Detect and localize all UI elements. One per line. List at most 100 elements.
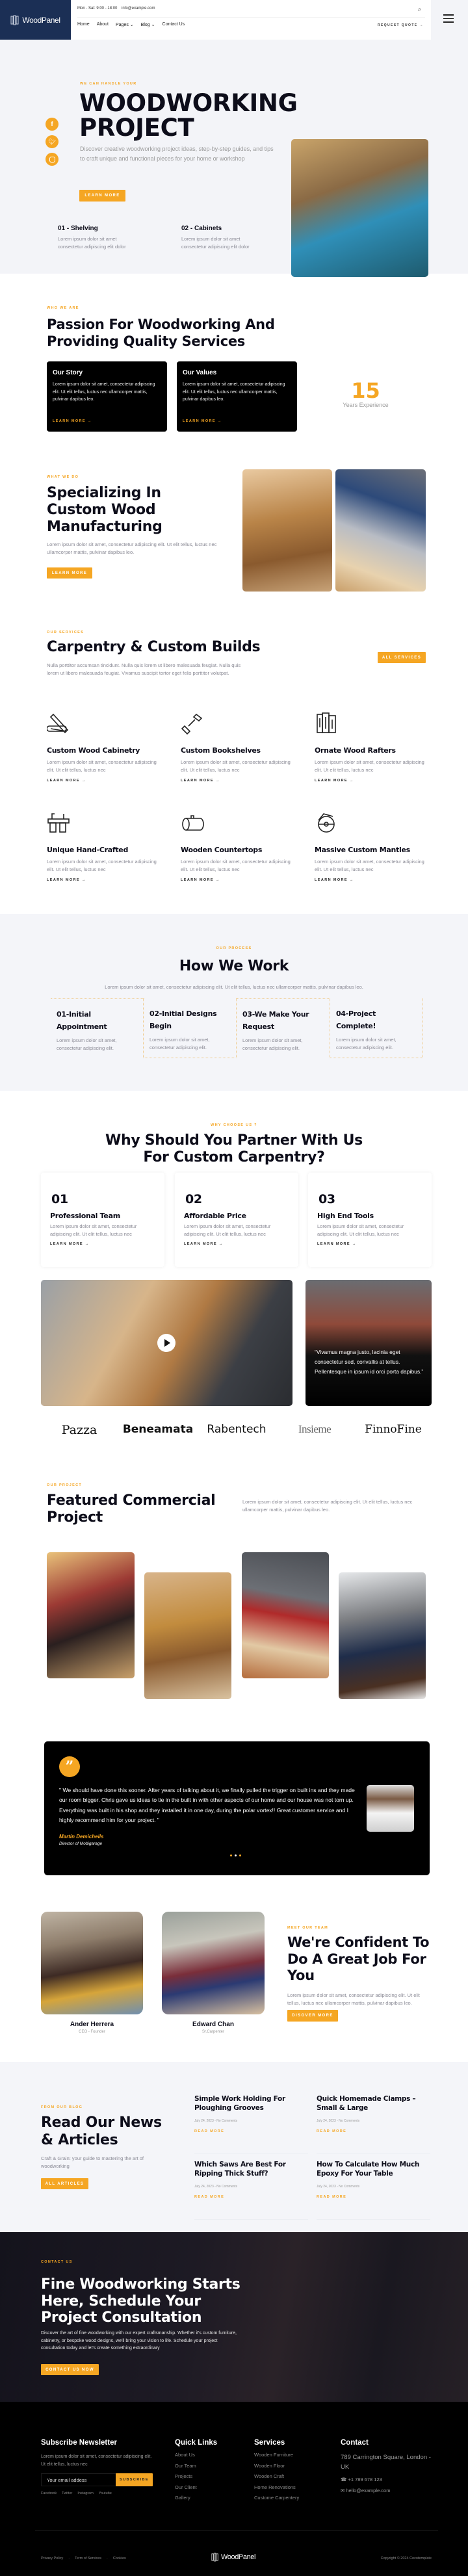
project-photo[interactable]: [339, 1572, 426, 1699]
footer-service-link[interactable]: Wooden Furniture: [254, 2452, 299, 2463]
quick-link[interactable]: About Us: [175, 2452, 197, 2463]
instagram-icon[interactable]: [46, 153, 58, 166]
terms-link[interactable]: Term of Services: [75, 2556, 101, 2560]
footer-logo[interactable]: WoodPanel: [211, 2553, 255, 2562]
learn-more-link[interactable]: LEARN MORE →: [315, 779, 428, 783]
logo[interactable]: WoodPanel: [0, 0, 71, 40]
read-more-link[interactable]: READ MORE: [194, 2129, 308, 2133]
play-icon[interactable]: [157, 1334, 176, 1352]
read-more-link[interactable]: READ MORE: [317, 2195, 430, 2199]
quick-links: About Us Our Team Projects Our Client Galler…: [175, 2452, 197, 2506]
footer-socials: Facebook Twitter Instagram Youtube: [41, 2491, 112, 2495]
quick-link[interactable]: Our Team: [175, 2463, 197, 2474]
post-meta: July 24, 2023 - No Comments: [194, 2185, 238, 2189]
video-thumbnail[interactable]: [41, 1280, 292, 1406]
read-more-link[interactable]: READ MORE: [194, 2195, 308, 2199]
learn-more-link[interactable]: LEARN MORE →: [47, 878, 161, 882]
discover-more-button[interactable]: DISOVER MORE: [287, 2010, 338, 2022]
all-services-button[interactable]: ALL SERVICES: [378, 652, 426, 663]
card-title: Our Story: [53, 369, 83, 376]
subscribe-button[interactable]: SUBSCRIBE: [116, 2473, 153, 2486]
why-card-number: 02: [185, 1192, 202, 1206]
service-item: Custom Bookshelves Lorem ipsum dolor sit …: [181, 712, 294, 783]
post-title[interactable]: Simple Work Holding For Ploughing Groove…: [194, 2094, 302, 2113]
footer-social-twitter[interactable]: Twitter: [62, 2491, 72, 2495]
twitter-icon[interactable]: 🐦︎: [46, 135, 58, 148]
services-eyebrow: OUR SERVICES: [47, 631, 84, 634]
carousel-dot[interactable]: [230, 1854, 232, 1856]
request-quote-link[interactable]: REQUEST QUOTE →: [378, 23, 424, 27]
service-item: Wooden Countertops Lorem ipsum dolor sit …: [181, 811, 294, 882]
quick-link[interactable]: Our Client: [175, 2484, 197, 2495]
footer-email[interactable]: ✉ hello@example.com: [341, 2488, 390, 2493]
hamburger-menu-icon[interactable]: [443, 14, 454, 23]
footer-services-links: Wooden Furniture Wooden Floor Wooden Craft…: [254, 2452, 299, 2506]
why-card-title: Affordable Price: [184, 1212, 246, 1220]
blog-post: Which Saws Are Best For Ripping Thick St…: [194, 2160, 308, 2220]
carousel-dot[interactable]: [239, 1854, 241, 1856]
footer-service-link[interactable]: Home Renovations: [254, 2484, 299, 2495]
whatwedo-eyebrow: WHAT WE DO: [47, 475, 79, 479]
newsletter-email-input[interactable]: Your email addess: [41, 2473, 116, 2486]
contact-text: Discover the art of fine woodworking wit…: [41, 2331, 237, 2350]
learn-more-link[interactable]: LEARN MORE →: [53, 419, 92, 423]
search-icon[interactable]: ⌕: [418, 6, 421, 13]
logo-panel-icon: [10, 15, 19, 25]
blog-post: How To Calculate How Much Epoxy For Your…: [317, 2160, 430, 2220]
privacy-policy-link[interactable]: Privacy Policy: [41, 2556, 63, 2560]
about-eyebrow: WHO WE ARE: [47, 306, 79, 310]
nav-about[interactable]: About: [97, 22, 109, 27]
blog-post: Simple Work Holding For Ploughing Groove…: [194, 2094, 308, 2154]
nav-home[interactable]: Home: [77, 22, 90, 27]
contact-eyebrow: CONTACT US: [41, 2260, 73, 2264]
footer-social-youtube[interactable]: Youtube: [99, 2491, 112, 2495]
footer-phone[interactable]: ☎ +1 789 678 123: [341, 2477, 382, 2482]
footer-social-instagram[interactable]: Instagram: [77, 2491, 93, 2495]
logo-panel-icon: [211, 2553, 218, 2562]
years-experience: 15 Years Experience: [332, 380, 400, 408]
quick-link[interactable]: Gallery: [175, 2495, 197, 2506]
footer-service-link[interactable]: Custome Carpentery: [254, 2495, 299, 2506]
chevron-down-icon: ⌄: [129, 23, 134, 27]
post-title[interactable]: Quick Homemade Clamps – Small & Large: [317, 2094, 424, 2113]
learn-more-link[interactable]: LEARN MORE →: [50, 1242, 90, 1246]
team-member: Edward Chan Sr.Carpenter: [162, 2021, 265, 2034]
why-card-text: Lorem ipsum dolor sit amet, consectetur …: [317, 1223, 404, 1237]
carousel-dot-active[interactable]: [235, 1854, 237, 1856]
whatwedo-learn-more-button[interactable]: LEARN MORE: [47, 567, 92, 579]
post-title[interactable]: How To Calculate How Much Epoxy For Your…: [317, 2160, 424, 2178]
read-more-link[interactable]: READ MORE: [317, 2129, 430, 2133]
project-photo[interactable]: [144, 1572, 231, 1699]
learn-more-link[interactable]: LEARN MORE →: [183, 419, 222, 423]
facebook-icon[interactable]: f: [46, 118, 58, 131]
header-hours: Mon - Sat: 9:00 - 18:00: [77, 7, 118, 10]
header-bar: Mon - Sat: 9:00 - 18:00 info@example.com…: [71, 0, 431, 40]
header-email[interactable]: info@example.com: [122, 7, 155, 10]
nav-contact[interactable]: Contact Us: [162, 22, 185, 27]
project-photo[interactable]: [242, 1552, 329, 1678]
cookies-link[interactable]: Cookies: [113, 2556, 126, 2560]
learn-more-link[interactable]: LEARN MORE →: [315, 878, 428, 882]
hero-description: Discover creative woodworking project id…: [80, 146, 274, 162]
project-photo[interactable]: [47, 1552, 135, 1678]
step-title: 04-Project Complete!: [336, 1009, 376, 1030]
why-card-title: High End Tools: [317, 1212, 374, 1220]
footer-contact-title: Contact: [341, 2439, 369, 2447]
learn-more-link[interactable]: LEARN MORE →: [181, 878, 294, 882]
nav-blog[interactable]: Blog ⌄: [141, 22, 155, 27]
all-articles-button[interactable]: ALL ARTICLES: [41, 2178, 88, 2189]
hero-learn-more-button[interactable]: LEARN MORE: [79, 190, 125, 202]
learn-more-link[interactable]: LEARN MORE →: [181, 779, 294, 783]
footer-service-link[interactable]: Wooden Craft: [254, 2473, 299, 2484]
learn-more-link[interactable]: LEARN MORE →: [184, 1242, 224, 1246]
learn-more-link[interactable]: LEARN MORE →: [317, 1242, 357, 1246]
post-title[interactable]: Which Saws Are Best For Ripping Thick St…: [194, 2160, 302, 2178]
nav-blog-label: Blog: [140, 23, 150, 27]
contact-us-now-button[interactable]: CONTACT US NOW: [41, 2364, 99, 2375]
footer-social-facebook[interactable]: Facebook: [41, 2491, 57, 2495]
quick-link[interactable]: Projects: [175, 2473, 197, 2484]
nav-pages[interactable]: Pages ⌄: [116, 22, 134, 27]
separator: ·: [107, 2556, 108, 2560]
learn-more-link[interactable]: LEARN MORE →: [47, 779, 161, 783]
footer-service-link[interactable]: Wooden Floor: [254, 2463, 299, 2474]
